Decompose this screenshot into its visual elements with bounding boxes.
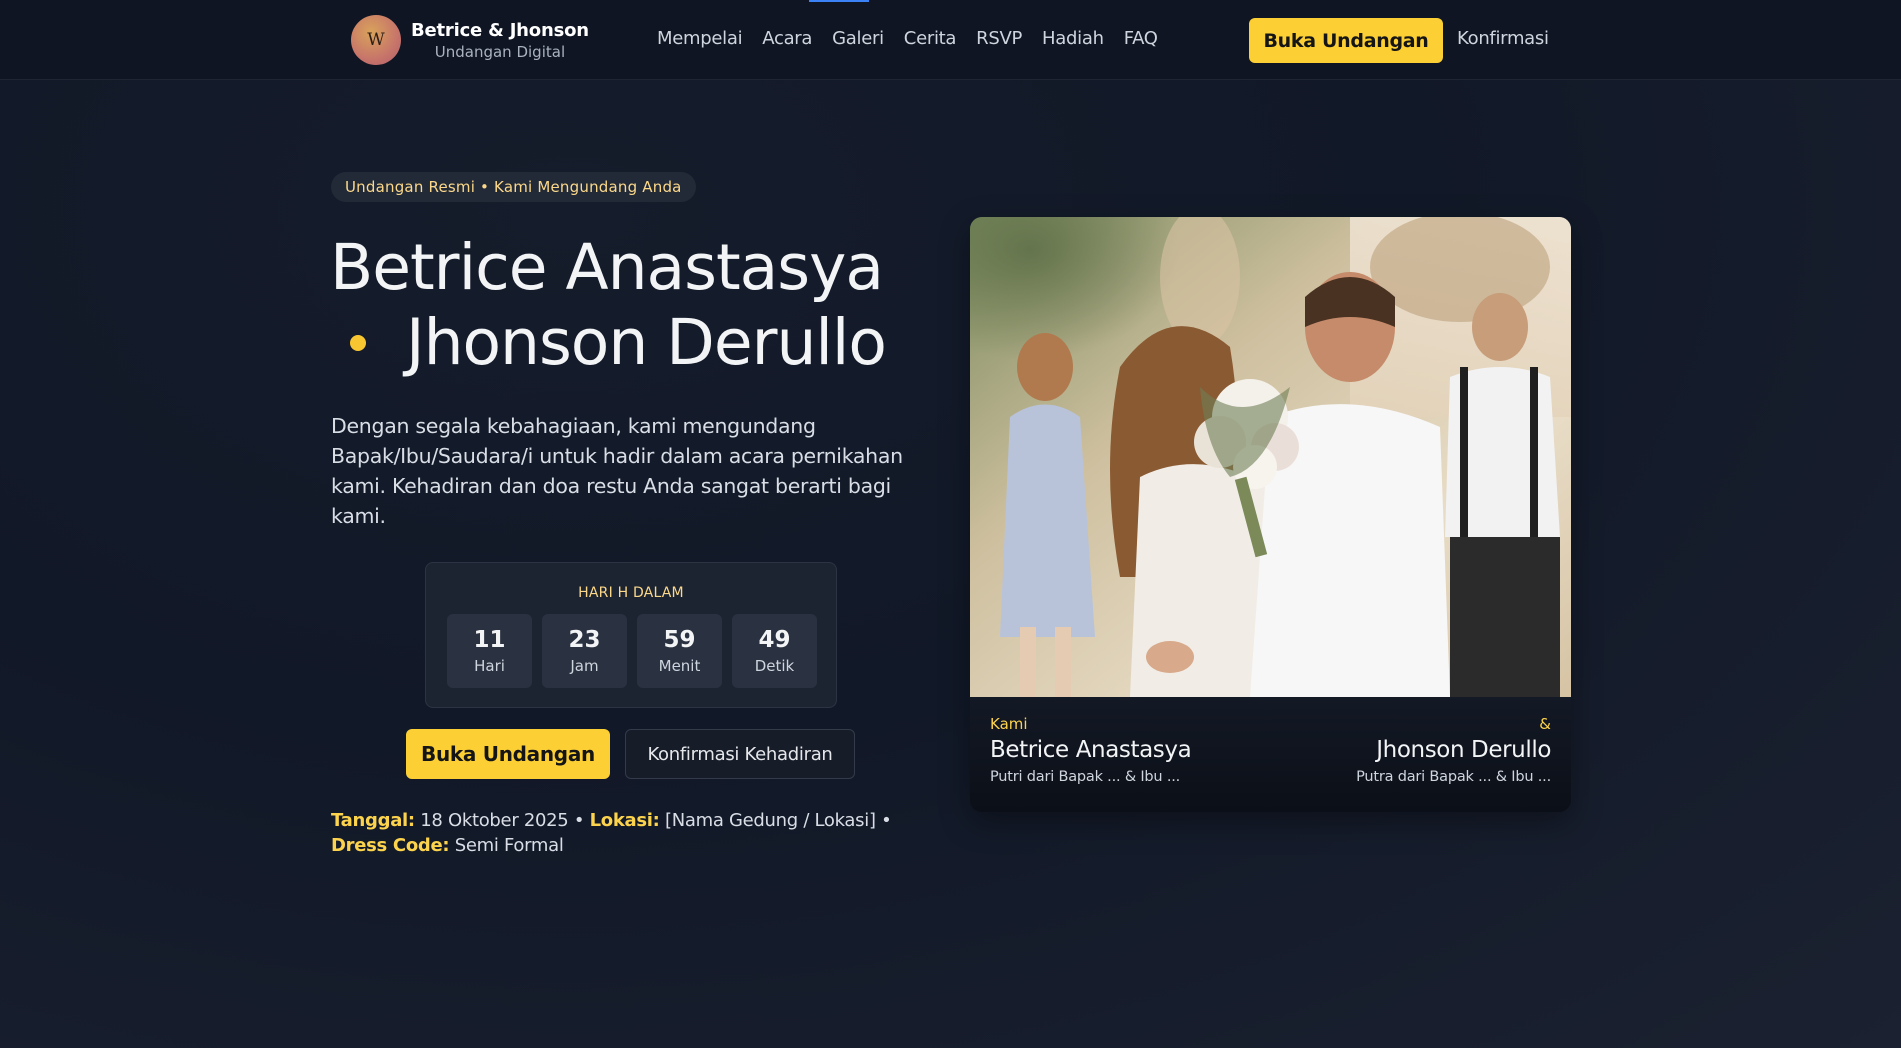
countdown-value: 23 bbox=[568, 627, 601, 653]
brand-title: Betrice & Jhonson bbox=[411, 19, 589, 41]
event-info: Tanggal: 18 Oktober 2025 • Lokasi: [Nama… bbox=[331, 808, 931, 858]
countdown-days: 11 Hari bbox=[447, 614, 532, 688]
countdown-seconds: 49 Detik bbox=[732, 614, 817, 688]
brand-subtitle: Undangan Digital bbox=[434, 42, 566, 61]
brand[interactable]: W Betrice & Jhonson Undangan Digital bbox=[351, 15, 589, 65]
countdown-value: 59 bbox=[663, 627, 696, 653]
couple-photo-card: Kami Betrice Anastasya Putri dari Bapak … bbox=[970, 217, 1571, 812]
bullet-dot-icon bbox=[350, 334, 366, 351]
ampersand: & bbox=[1539, 715, 1551, 733]
countdown-unit: Jam bbox=[570, 657, 599, 675]
groom-info: & Jhonson Derullo Putra dari Bapak ... &… bbox=[1356, 715, 1551, 785]
groom-name: Jhonson Derullo bbox=[1376, 737, 1551, 763]
nav-item-faq[interactable]: FAQ bbox=[1124, 28, 1158, 49]
groom-name-title: Jhonson Derullo bbox=[406, 306, 887, 379]
brand-logo: W bbox=[351, 15, 401, 65]
nav-item-galeri[interactable]: Galeri bbox=[832, 28, 884, 49]
nav-item-cerita[interactable]: Cerita bbox=[904, 28, 957, 49]
countdown-value: 11 bbox=[473, 627, 506, 653]
couple-title: Betrice Anastasya Jhonson Derullo bbox=[330, 230, 950, 380]
countdown-label: HARI H DALAM bbox=[578, 585, 684, 601]
invitation-description: Dengan segala kebahagiaan, kami mengunda… bbox=[331, 414, 903, 528]
countdown-panel: HARI H DALAM 11 Hari 23 Jam 59 Menit 49 … bbox=[425, 562, 837, 708]
bride-info: Kami Betrice Anastasya Putri dari Bapak … bbox=[990, 715, 1192, 785]
info-separator: • bbox=[881, 810, 892, 831]
header-confirm-link[interactable]: Konfirmasi bbox=[1457, 28, 1549, 49]
groom-parents: Putra dari Bapak ... & Ibu ... bbox=[1356, 769, 1551, 785]
top-navbar: W Betrice & Jhonson Undangan Digital Mem… bbox=[0, 0, 1901, 80]
countdown-hours: 23 Jam bbox=[542, 614, 627, 688]
confirm-attendance-button[interactable]: Konfirmasi Kehadiran bbox=[625, 729, 855, 779]
countdown-value: 49 bbox=[758, 627, 791, 653]
date-value: 18 Oktober 2025 bbox=[420, 810, 569, 831]
nav-item-acara[interactable]: Acara bbox=[762, 28, 812, 49]
couple-photo bbox=[970, 217, 1571, 697]
nav-item-mempelai[interactable]: Mempelai bbox=[657, 28, 743, 49]
info-separator: • bbox=[573, 810, 585, 831]
bride-name: Betrice Anastasya bbox=[990, 737, 1192, 763]
brand-logo-letter: W bbox=[367, 30, 385, 50]
invitation-badge: Undangan Resmi • Kami Mengundang Anda bbox=[331, 172, 696, 202]
location-label: Lokasi: bbox=[589, 810, 660, 831]
location-value: [Nama Gedung / Lokasi] bbox=[665, 810, 876, 831]
couple-info-bar: Kami Betrice Anastasya Putri dari Bapak … bbox=[970, 697, 1571, 812]
countdown-unit: Menit bbox=[658, 657, 701, 675]
scroll-progress-bar bbox=[809, 0, 869, 2]
countdown-minutes: 59 Menit bbox=[637, 614, 722, 688]
nav-item-hadiah[interactable]: Hadiah bbox=[1042, 28, 1104, 49]
header-open-invitation-button[interactable]: Buka Undangan bbox=[1249, 18, 1443, 63]
main-nav: Mempelai Acara Galeri Cerita RSVP Hadiah… bbox=[657, 28, 1158, 49]
dress-code-value: Semi Formal bbox=[454, 835, 564, 856]
dress-code-label: Dress Code: bbox=[331, 835, 450, 856]
open-invitation-button[interactable]: Buka Undangan bbox=[406, 729, 610, 779]
nav-item-rsvp[interactable]: RSVP bbox=[976, 28, 1022, 49]
countdown-unit: Detik bbox=[754, 657, 795, 675]
bride-parents: Putri dari Bapak ... & Ibu ... bbox=[990, 769, 1181, 785]
countdown-unit: Hari bbox=[474, 657, 505, 675]
bride-prefix: Kami bbox=[990, 715, 1028, 733]
date-label: Tanggal: bbox=[331, 810, 415, 831]
bride-name-title: Betrice Anastasya bbox=[330, 231, 884, 304]
